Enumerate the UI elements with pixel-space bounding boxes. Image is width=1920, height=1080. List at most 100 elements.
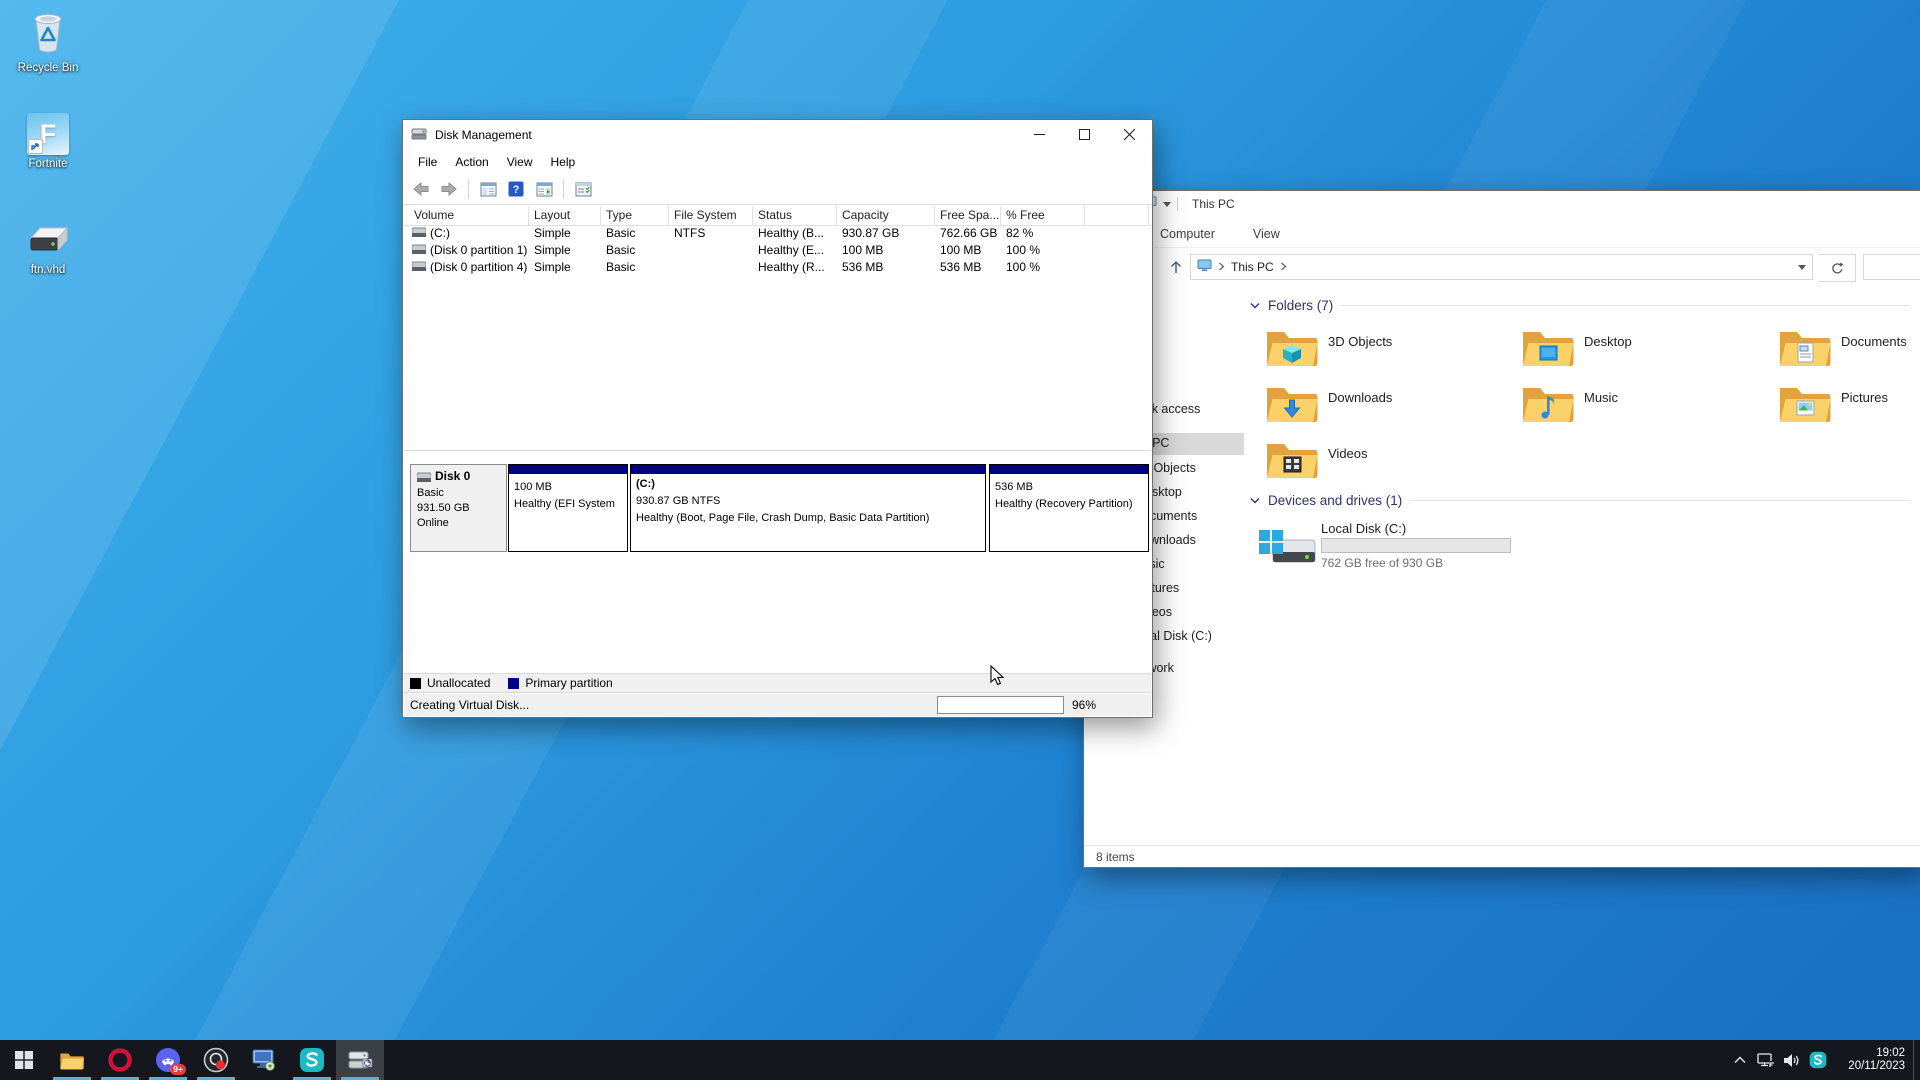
group-header-devices[interactable]: Devices and drives (1) [1250, 490, 1910, 510]
disk-management-app-icon [411, 127, 427, 144]
file-explorer-icon [59, 1049, 85, 1072]
tab-computer[interactable]: Computer [1158, 221, 1217, 247]
col-free-space[interactable]: Free Spa... [940, 208, 999, 222]
col-layout[interactable]: Layout [534, 208, 570, 222]
group-header-folders[interactable]: Folders (7) [1250, 295, 1910, 315]
fortnite-icon: F [27, 113, 69, 155]
quick-access-toolbar[interactable]: This PC [1142, 196, 1235, 212]
minimize-button[interactable] [1017, 120, 1062, 149]
qat-customize-chevron-icon[interactable] [1163, 202, 1171, 207]
col-pct-free[interactable]: % Free [1006, 208, 1045, 222]
close-button[interactable] [1107, 120, 1152, 149]
dm-titlebar[interactable]: Disk Management [403, 120, 1152, 150]
breadcrumb-chevron-icon[interactable] [1280, 260, 1287, 274]
folder-tile-documents[interactable]: Documents [1777, 323, 1920, 375]
desktop-icon-ftn-vhd[interactable]: ftn.vhd [0, 222, 96, 276]
folder-tile-videos[interactable]: Videos [1264, 435, 1514, 487]
col-status[interactable]: Status [758, 208, 792, 222]
folder-tile-pictures[interactable]: Pictures [1777, 379, 1920, 431]
file-explorer-window: This PC Computer View This PC [1083, 190, 1920, 868]
partition-efi[interactable]: 100 MB Healthy (EFI System [508, 464, 628, 552]
disk0-label-panel[interactable]: Disk 0 Basic 931.50 GB Online [410, 464, 507, 552]
legend-primary-partition: Primary partition [525, 676, 612, 690]
toolbar-separator [468, 179, 469, 199]
folder-icon [1777, 323, 1833, 371]
desktop-icon-fortnite[interactable]: F Fortnite [0, 113, 96, 170]
dm-statusbar: Creating Virtual Disk... 96% [404, 694, 1151, 716]
taskbar-surfshark[interactable] [288, 1040, 336, 1080]
shortcut-arrow-icon [28, 139, 43, 154]
ribbon-tabs: Computer View [1084, 217, 1920, 248]
this-pc-icon [1197, 259, 1212, 275]
volume-icon [412, 226, 426, 240]
tray-chevron-up-icon[interactable] [1727, 1040, 1753, 1080]
breadcrumb-chevron-icon[interactable] [1218, 260, 1225, 274]
folder-tile-3d-objects[interactable]: 3D Objects [1264, 323, 1514, 375]
table-row-c[interactable]: (C:)SimpleBasicNTFSHealthy (B...930.87 G… [404, 225, 1151, 242]
table-row-partition4[interactable]: (Disk 0 partition 4)SimpleBasicHealthy (… [404, 259, 1151, 276]
help-icon[interactable]: ? [504, 177, 528, 201]
dm-toolbar: ? [403, 174, 1152, 205]
folder-icon [1520, 323, 1576, 371]
chevron-down-icon [1250, 497, 1260, 504]
partition-recovery[interactable]: 536 MB Healthy (Recovery Partition) [989, 464, 1149, 552]
breadcrumb-this-pc[interactable]: This PC [1231, 260, 1274, 274]
partition-c[interactable]: (C:) 930.87 GB NTFS Healthy (Boot, Page … [630, 464, 986, 552]
disk-management-window: Disk Management File Action View Help ? [402, 119, 1153, 718]
refresh-button[interactable] [1819, 254, 1856, 282]
taskbar-obs-studio[interactable] [192, 1040, 240, 1080]
folder-tile-music[interactable]: Music [1520, 379, 1770, 431]
menu-help[interactable]: Help [542, 152, 585, 172]
folder-icon [1264, 323, 1320, 371]
forward-icon[interactable] [437, 177, 461, 201]
tray-clock[interactable]: 19:02 20/11/2023 [1831, 1047, 1913, 1073]
content-pane: Folders (7) 3D Objects Desktop [1244, 287, 1920, 846]
progress-bar [937, 696, 1064, 714]
surfshark-icon [299, 1047, 325, 1073]
console-tree-icon[interactable] [476, 177, 500, 201]
disk-management-icon [347, 1049, 373, 1071]
col-volume[interactable]: Volume [414, 208, 454, 222]
table-row-partition1[interactable]: (Disk 0 partition 1)SimpleBasicHealthy (… [404, 242, 1151, 259]
properties-icon[interactable] [571, 177, 595, 201]
col-file-system[interactable]: File System [674, 208, 737, 222]
menu-action[interactable]: Action [446, 152, 497, 172]
progress-percent: 96% [1072, 698, 1096, 712]
back-icon[interactable] [409, 177, 433, 201]
maximize-button[interactable] [1062, 120, 1107, 149]
address-bar[interactable]: This PC [1190, 254, 1813, 280]
col-type[interactable]: Type [606, 208, 632, 222]
col-capacity[interactable]: Capacity [842, 208, 889, 222]
menu-view[interactable]: View [498, 152, 542, 172]
local-disk-icon [1257, 523, 1317, 569]
folder-tile-desktop[interactable]: Desktop [1520, 323, 1770, 375]
search-input[interactable] [1864, 255, 1920, 279]
desktop-icon-label: ftn.vhd [0, 264, 96, 276]
tray-volume-icon[interactable] [1779, 1040, 1805, 1080]
show-desktop-button[interactable] [1913, 1040, 1920, 1080]
taskbar-discord[interactable]: 9+ [144, 1040, 192, 1080]
drive-tile-local-disk-c[interactable]: Local Disk (C:) 762 GB free of 930 GB [1257, 521, 1517, 577]
address-dropdown-chevron-icon[interactable] [1798, 265, 1806, 270]
toolbar-separator [563, 179, 564, 199]
up-button[interactable] [1164, 255, 1188, 279]
taskbar-disk-management[interactable] [336, 1040, 384, 1080]
volume-icon [412, 243, 426, 257]
recycle-bin-icon [24, 41, 72, 58]
desktop-icon-label: Fortnite [0, 158, 96, 170]
action-pane-icon[interactable] [532, 177, 556, 201]
taskbar-file-explorer[interactable] [48, 1040, 96, 1080]
taskbar-opera-gx[interactable] [96, 1040, 144, 1080]
menu-file[interactable]: File [409, 152, 446, 172]
primary-partition-band [509, 465, 627, 474]
explorer-titlebar[interactable]: This PC [1084, 191, 1920, 217]
taskbar-computer-management[interactable] [240, 1040, 288, 1080]
start-button[interactable] [0, 1040, 48, 1080]
search-box[interactable] [1863, 254, 1920, 280]
folder-tile-downloads[interactable]: Downloads [1264, 379, 1514, 431]
tray-network-icon[interactable] [1753, 1040, 1779, 1080]
tab-view[interactable]: View [1251, 221, 1282, 247]
tray-surfshark-icon[interactable] [1805, 1040, 1831, 1080]
status-text: Creating Virtual Disk... [410, 698, 529, 712]
desktop-icon-recycle-bin[interactable]: Recycle Bin [0, 6, 96, 74]
